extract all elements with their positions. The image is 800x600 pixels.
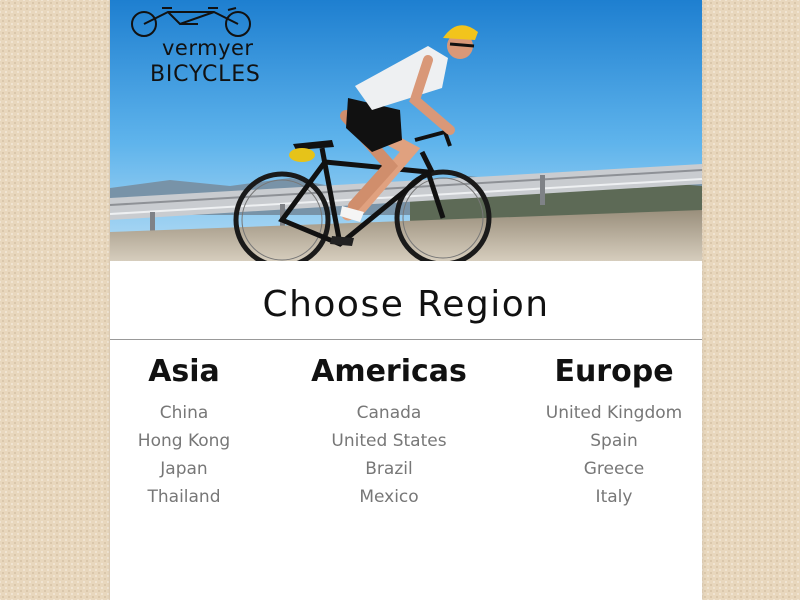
country-link[interactable]: Mexico xyxy=(311,483,467,511)
country-link[interactable]: United Kingdom xyxy=(546,399,682,427)
country-list: United Kingdom Spain Greece Italy xyxy=(546,399,682,511)
country-link[interactable]: Italy xyxy=(546,483,682,511)
region-column-americas: Americas Canada United States Brazil Mex… xyxy=(311,352,467,511)
content-panel: vermyer BICYCLES Choose Region Asia Chin… xyxy=(110,0,702,600)
country-link[interactable]: United States xyxy=(311,427,467,455)
country-link[interactable]: Brazil xyxy=(311,455,467,483)
country-link[interactable]: Japan xyxy=(138,455,230,483)
logo-tagline: BICYCLES xyxy=(150,62,261,87)
page-title: Choose Region xyxy=(262,284,550,325)
country-link[interactable]: Thailand xyxy=(138,483,230,511)
logo-brand-name: vermyer xyxy=(162,36,254,60)
region-column-asia: Asia China Hong Kong Japan Thailand xyxy=(138,352,230,511)
title-divider xyxy=(110,339,702,340)
region-title: Europe xyxy=(554,354,674,389)
country-link[interactable]: Greece xyxy=(546,455,682,483)
country-list: China Hong Kong Japan Thailand xyxy=(138,399,230,511)
country-link[interactable]: Canada xyxy=(311,399,467,427)
region-title: Americas xyxy=(311,354,467,389)
brand-logo[interactable]: vermyer BICYCLES xyxy=(128,4,308,89)
country-link[interactable]: Spain xyxy=(546,427,682,455)
tandem-bicycle-icon xyxy=(131,7,251,37)
country-link[interactable]: China xyxy=(138,399,230,427)
country-list: Canada United States Brazil Mexico xyxy=(311,399,467,511)
region-title: Asia xyxy=(148,354,220,389)
hero-banner: vermyer BICYCLES xyxy=(110,0,702,261)
country-link[interactable]: Hong Kong xyxy=(138,427,230,455)
region-column-europe: Europe United Kingdom Spain Greece Italy xyxy=(546,352,682,511)
